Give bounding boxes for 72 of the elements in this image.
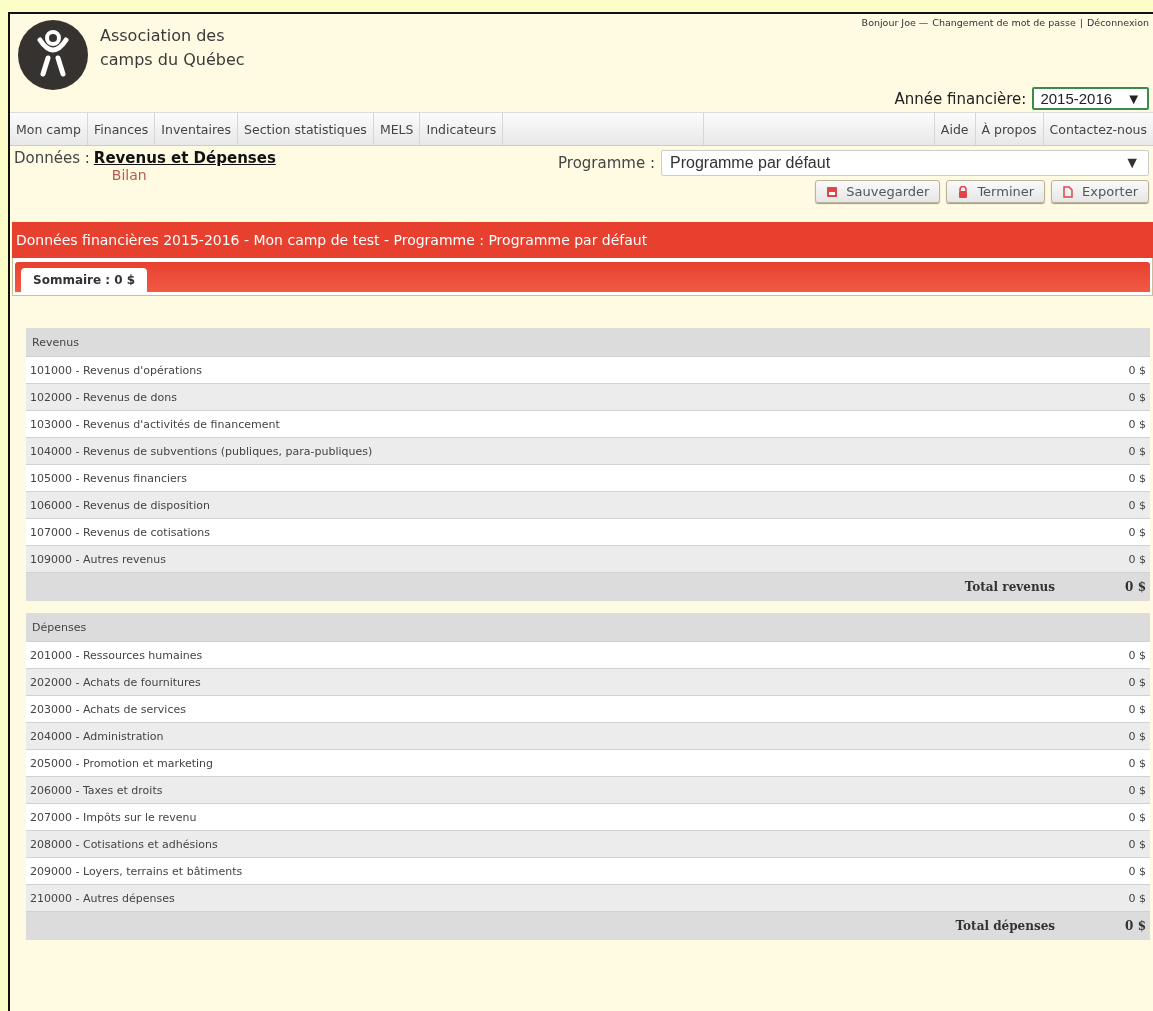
amount: 0 $ xyxy=(1128,552,1146,566)
amount: 0 $ xyxy=(1128,417,1146,431)
data-label: Données : xyxy=(14,150,90,169)
amount: 0 $ xyxy=(1128,675,1146,689)
fiscal-year-label: Année financière: xyxy=(894,89,1027,108)
amount: 0 $ xyxy=(1128,783,1146,797)
nav-item[interactable]: Contactez-nous xyxy=(1042,113,1153,145)
account-label: 208000 - Cotisations et adhésions xyxy=(30,837,218,851)
data-view-link[interactable]: Bilan xyxy=(93,167,276,184)
amount: 0 $ xyxy=(1128,756,1146,770)
programme-select[interactable]: Programme par défaut ▼ xyxy=(661,150,1149,176)
document-icon xyxy=(1062,185,1075,198)
account-label: 102000 - Revenus de dons xyxy=(30,390,177,404)
account-label: 101000 - Revenus d'opérations xyxy=(30,363,202,377)
organization-name: camps du Québec xyxy=(100,49,245,71)
programme-label: Programme : xyxy=(558,154,655,172)
account-link[interactable]: Déconnexion xyxy=(1087,17,1149,28)
account-label: 103000 - Revenus d'activités de financement xyxy=(30,417,280,431)
section-title: Revenus xyxy=(32,335,79,349)
amount: 0 $ xyxy=(1128,444,1146,458)
amount: 0 $ xyxy=(1128,891,1146,905)
account-label: 210000 - Autres dépenses xyxy=(30,891,175,905)
banner-title: Données financières 2015-2016 - Mon camp de test - Programme : Programme par défaut xyxy=(16,232,648,248)
toolbar-button[interactable]: Sauvegarder xyxy=(815,180,941,203)
nav-item[interactable]: MELS xyxy=(373,113,421,145)
amount: 0 $ xyxy=(1128,864,1146,878)
section-title: Dépenses xyxy=(32,620,87,634)
separator: | xyxy=(1079,17,1083,28)
nav-item[interactable]: Finances xyxy=(88,113,156,145)
account-label: 206000 - Taxes et droits xyxy=(30,783,163,797)
account-label: 209000 - Loyers, terrains et bâtiments xyxy=(30,864,243,878)
nav-item[interactable]: Aide xyxy=(933,113,975,145)
total-label: Total dépenses xyxy=(955,919,1056,933)
account-label: 105000 - Revenus financiers xyxy=(30,471,188,485)
logo-icon xyxy=(18,20,88,90)
amount: 0 $ xyxy=(1128,498,1146,512)
account-label: 201000 - Ressources humaines xyxy=(30,648,203,662)
account-label: 202000 - Achats de fournitures xyxy=(30,675,201,689)
nav-item[interactable]: Mon camp xyxy=(10,113,88,145)
nav-item[interactable]: Indicateurs xyxy=(420,113,504,145)
lock-icon xyxy=(957,185,970,198)
account-label: 106000 - Revenus de disposition xyxy=(30,498,210,512)
account-label: 104000 - Revenus de subventions (publiques, para-publiques) xyxy=(30,444,373,458)
toolbar-button[interactable]: Exporter xyxy=(1051,180,1149,203)
account-label: 207000 - Impôts sur le revenu xyxy=(30,810,197,824)
account-link[interactable]: Changement de mot de passe xyxy=(932,17,1076,28)
user-greeting: Bonjour Joe — xyxy=(861,17,929,28)
account-label: 203000 - Achats de services xyxy=(30,702,186,716)
tab[interactable]: Sommaire : 0 $ xyxy=(21,268,148,292)
total-amount: 0 $ xyxy=(1125,919,1146,933)
toolbar-button[interactable]: Terminer xyxy=(946,180,1046,203)
amount: 0 $ xyxy=(1128,648,1146,662)
fiscal-year-select[interactable]: 2015-2016 ▼ xyxy=(1032,87,1149,110)
amount: 0 $ xyxy=(1128,837,1146,851)
amount: 0 $ xyxy=(1128,525,1146,539)
amount: 0 $ xyxy=(1128,702,1146,716)
amount: 0 $ xyxy=(1128,363,1146,377)
nav-item[interactable]: Section statistiques xyxy=(238,113,374,145)
account-label: 107000 - Revenus de cotisations xyxy=(30,525,210,539)
data-view-link[interactable]: Revenus et Dépenses xyxy=(93,150,276,167)
amount: 0 $ xyxy=(1128,810,1146,824)
total-amount: 0 $ xyxy=(1125,580,1146,594)
amount: 0 $ xyxy=(1128,729,1146,743)
nav-item[interactable]: À propos xyxy=(974,113,1043,145)
total-label: Total revenus xyxy=(964,580,1056,594)
account-label: 205000 - Promotion et marketing xyxy=(30,756,214,770)
amount: 0 $ xyxy=(1128,471,1146,485)
account-label: 204000 - Administration xyxy=(30,729,164,743)
account-label: 109000 - Autres revenus xyxy=(30,552,167,566)
organization-name: Association des xyxy=(100,25,226,47)
nav-item[interactable]: Inventaires xyxy=(155,113,239,145)
amount: 0 $ xyxy=(1128,390,1146,404)
